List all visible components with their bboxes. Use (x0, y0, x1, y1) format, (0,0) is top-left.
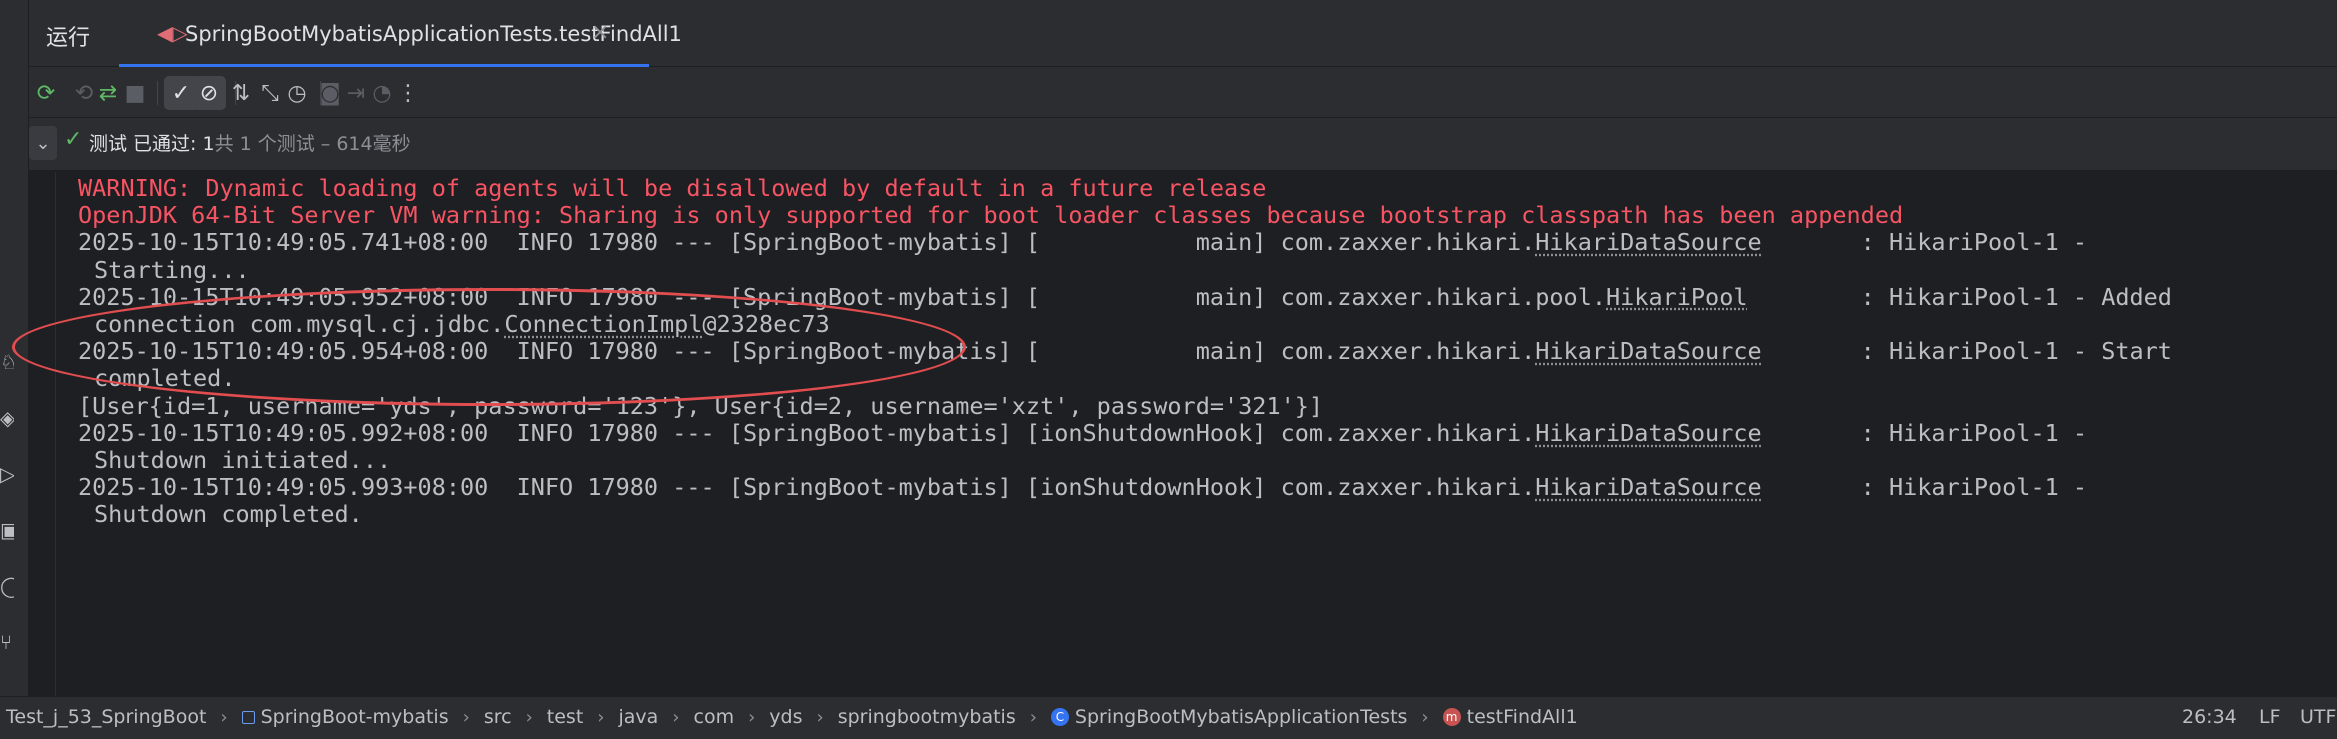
chevron-right-icon: › (816, 706, 824, 728)
chevron-right-icon: › (597, 706, 605, 728)
tool-window-icon[interactable]: ◈ (0, 406, 14, 430)
breadcrumb-item[interactable]: SpringBoot-mybatis (241, 706, 449, 728)
class-icon: C (1050, 708, 1069, 726)
breadcrumb: Test_j_53_SpringBoot › SpringBoot-mybati… (6, 706, 1578, 728)
console-log-line: 2025-10-15T10:49:05.952+08:00 INFO 17980… (78, 282, 2172, 311)
class-link[interactable]: HikariDataSource (1535, 473, 1761, 501)
file-encoding[interactable]: UTF- (2300, 706, 2337, 728)
status-bar: Test_j_53_SpringBoot › SpringBoot-mybati… (0, 696, 2337, 739)
run-tool-icon[interactable]: ▷ (0, 462, 14, 486)
show-ignored-icon[interactable]: ⊘ (192, 76, 226, 110)
chevron-right-icon: › (1421, 706, 1429, 728)
stop-icon[interactable]: ■ (118, 76, 152, 110)
tool-window-icon[interactable]: ▣ (0, 518, 14, 542)
chevron-right-icon: › (462, 706, 470, 728)
test-status-summary: 测试 已通过: 1 (89, 133, 215, 155)
toolbar-separator (157, 81, 158, 105)
breadcrumb-item[interactable]: yds (769, 706, 802, 728)
line-ending[interactable]: LF (2259, 706, 2281, 728)
module-icon (241, 710, 255, 724)
class-link[interactable]: ConnectionImpl (504, 310, 702, 338)
expand-tree-icon[interactable]: ⌄ (29, 126, 57, 160)
breadcrumb-item[interactable]: Test_j_53_SpringBoot (6, 706, 206, 728)
breadcrumb-item[interactable]: m testFindAll1 (1442, 706, 1578, 728)
console-log-continuation: Shutdown completed. (94, 500, 363, 529)
test-run-icon: ◀▷ (157, 21, 188, 45)
console-log-continuation: completed. (94, 364, 236, 393)
passed-check-icon: ✓ (64, 127, 83, 152)
chevron-right-icon: › (525, 706, 533, 728)
console-log-line: 2025-10-15T10:49:05.741+08:00 INFO 17980… (78, 228, 2088, 257)
console-warning-line: OpenJDK 64-Bit Server VM warning: Sharin… (78, 201, 1904, 230)
console-log-line: 2025-10-15T10:49:05.954+08:00 INFO 17980… (78, 337, 2172, 366)
tool-window-icon[interactable]: ♘ (0, 350, 14, 374)
run-panel-title: 运行 (46, 26, 91, 51)
chevron-right-icon: › (748, 706, 756, 728)
breadcrumb-item[interactable]: test (547, 706, 584, 728)
breadcrumb-item[interactable]: C SpringBootMybatisApplicationTests (1050, 706, 1407, 728)
tool-window-icon[interactable]: ◯ (0, 574, 14, 598)
console-log-continuation: Starting... (94, 255, 250, 284)
console-output[interactable]: WARNING: Dynamic loading of agents will … (58, 172, 2337, 696)
run-tabbar: 运行 ◀▷ SpringBootMybatisApplicationTests.… (29, 0, 2337, 67)
method-icon: m (1442, 708, 1461, 726)
breadcrumb-item[interactable]: java (618, 706, 658, 728)
run-toolbar: ⟳ ⟲ ⇄ ■ ✓ ⊘ ⇅ ⤡ ◷ ◙ ⇥ ◔ ⋮ (29, 67, 2337, 117)
console-gutter (29, 172, 58, 696)
tab-test-run[interactable]: ◀▷ SpringBootMybatisApplicationTests.tes… (119, 0, 682, 67)
chevron-right-icon: › (220, 706, 228, 728)
console-result-line: [User{id=1, username='yds', password='12… (78, 391, 1324, 420)
git-icon[interactable]: ⑂ (0, 630, 14, 654)
test-status-text: 测试 已通过: 1共 1 个测试 – 614毫秒 (89, 129, 411, 156)
console-log-line: 2025-10-15T10:49:05.993+08:00 INFO 17980… (78, 473, 2088, 502)
console-log-line: 2025-10-15T10:49:05.992+08:00 INFO 17980… (78, 418, 2088, 447)
console-log-continuation: Shutdown initiated... (94, 446, 392, 475)
breadcrumb-item[interactable]: src (484, 706, 512, 728)
chevron-right-icon: › (672, 706, 680, 728)
class-link[interactable]: HikariDataSource (1535, 419, 1761, 447)
left-tool-strip: ♘ ◈ ▷ ▣ ◯ ⑂ (0, 0, 29, 696)
test-history-icon[interactable]: ◷ (280, 76, 314, 110)
breadcrumb-item[interactable]: com (694, 706, 735, 728)
close-icon[interactable]: × (591, 20, 609, 45)
test-status-detail: 共 1 个测试 – 614毫秒 (214, 133, 411, 155)
rerun-icon[interactable]: ⟳ (29, 76, 63, 110)
class-link[interactable]: HikariPool (1606, 283, 1747, 311)
class-link[interactable]: HikariDataSource (1535, 337, 1761, 365)
run-panel: 运行 ◀▷ SpringBootMybatisApplicationTests.… (29, 0, 2337, 170)
console-warning-line: WARNING: Dynamic loading of agents will … (78, 174, 1267, 202)
class-link[interactable]: HikariDataSource (1535, 228, 1761, 256)
console-log-continuation: connection com.mysql.cj.jdbc.ConnectionI… (94, 310, 830, 339)
more-options-icon[interactable]: ⋮ (391, 76, 425, 110)
test-status-row: ⌄ ✓ 测试 已通过: 1共 1 个测试 – 614毫秒 (29, 117, 2337, 170)
cursor-position[interactable]: 26:34 (2182, 706, 2237, 728)
breadcrumb-item[interactable]: springbootmybatis (838, 706, 1016, 728)
chevron-right-icon: › (1029, 706, 1037, 728)
